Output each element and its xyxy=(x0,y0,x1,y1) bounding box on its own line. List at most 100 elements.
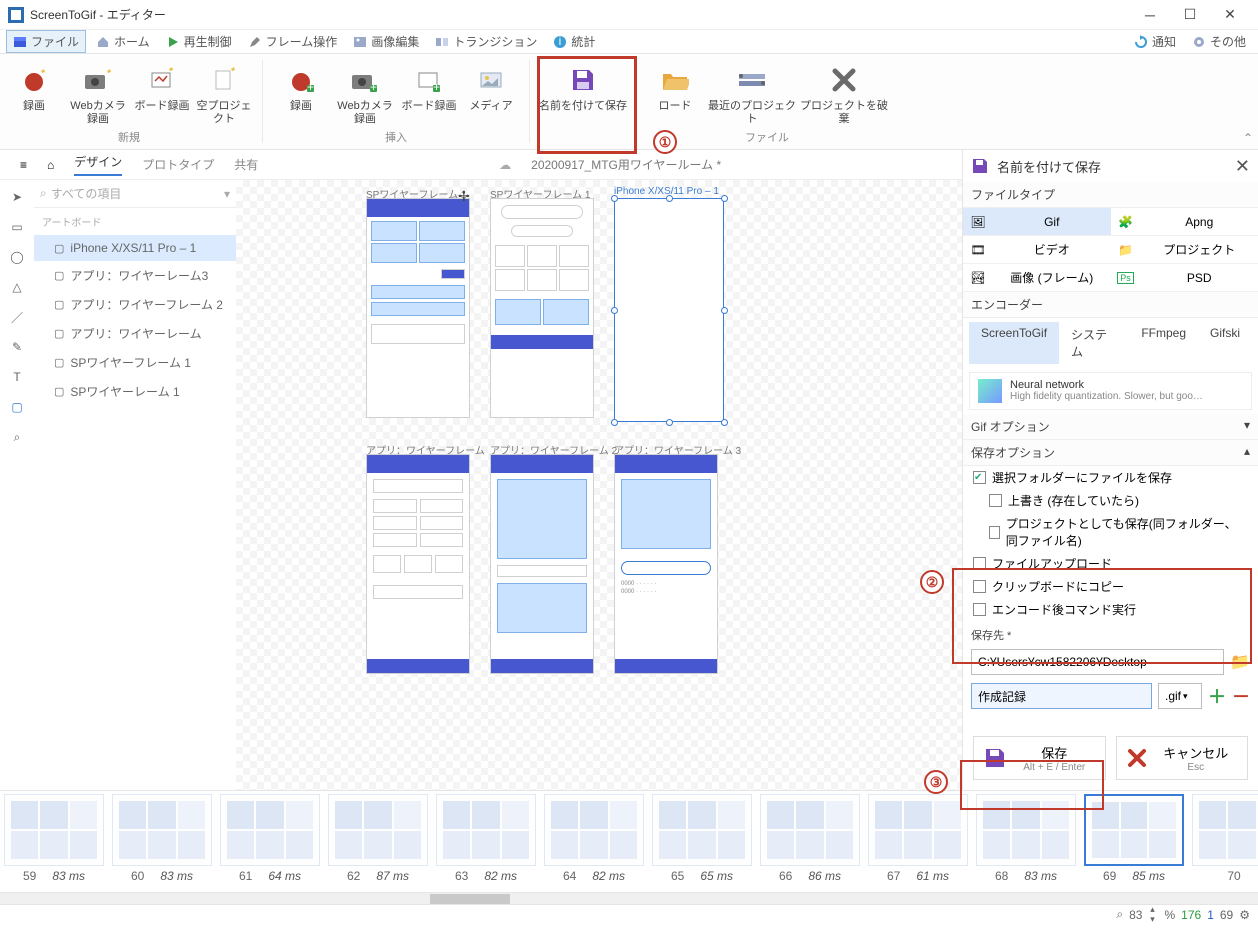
frame-thumb[interactable]: 6686 ms xyxy=(756,791,864,883)
filetype-psd[interactable]: PsPSD xyxy=(1111,264,1258,292)
ribbon-load[interactable]: ロード xyxy=(645,58,705,129)
frame-thumb[interactable]: 6382 ms xyxy=(432,791,540,883)
list-item[interactable]: ▢ SPワイヤーレーム 1 xyxy=(34,377,236,406)
chk-clipboard[interactable] xyxy=(973,580,986,593)
doc-tab-share[interactable]: 共有 xyxy=(234,156,258,173)
ribbon-save-as[interactable]: 名前を付けて保存 xyxy=(538,58,628,129)
frame-timeline[interactable]: 5983 ms 6083 ms 6164 ms 6287 ms 6382 ms … xyxy=(0,790,1258,892)
menu-home[interactable]: ホーム xyxy=(90,31,156,52)
frame-thumb[interactable]: 70 xyxy=(1188,791,1258,883)
save-button[interactable]: 保存Alt + E / Enter xyxy=(973,736,1106,780)
artboard-app2[interactable] xyxy=(490,454,594,674)
menu-file[interactable]: ファイル xyxy=(6,30,86,53)
list-item[interactable]: ▢ アプリ：ワイヤーレーム xyxy=(34,319,236,348)
filetype-video[interactable]: 🎞ビデオ xyxy=(963,236,1111,264)
save-panel-title: 名前を付けて保存 xyxy=(997,157,1227,176)
frame-thumb[interactable]: 6287 ms xyxy=(324,791,432,883)
frame-thumb[interactable]: 6482 ms xyxy=(540,791,648,883)
frame-thumb[interactable]: 5983 ms xyxy=(0,791,108,883)
ribbon-insert-record[interactable]: + 録画 xyxy=(271,58,331,129)
record-icon xyxy=(18,64,50,96)
ribbon-new-record[interactable]: 録画 xyxy=(4,58,64,129)
menu-notify[interactable]: 通知 xyxy=(1128,31,1182,52)
doc-menu-icon[interactable]: ≡ xyxy=(20,158,27,172)
encoder-stg[interactable]: ScreenToGif xyxy=(969,322,1059,364)
encoder-ffmpeg[interactable]: FFmpeg xyxy=(1129,322,1198,364)
chk-postcmd[interactable] xyxy=(973,603,986,616)
menu-playback[interactable]: 再生制御 xyxy=(160,31,238,52)
tool-select[interactable]: ➤ xyxy=(6,186,28,208)
menu-stats[interactable]: i統計 xyxy=(547,31,601,52)
saveopt-header[interactable]: 保存オプション▴ xyxy=(963,440,1258,466)
media-icon xyxy=(475,64,507,96)
filetype-images[interactable]: 🏞画像 (フレーム) xyxy=(963,264,1111,292)
filetype-gif[interactable]: 🖼Gif xyxy=(963,208,1111,236)
settings-icon[interactable]: ⚙ xyxy=(1239,908,1250,922)
doc-home-icon[interactable]: ⌂ xyxy=(47,158,54,172)
remove-preset-button[interactable]: － xyxy=(1232,683,1250,709)
doc-search[interactable]: ⌕すべての項目▾ xyxy=(34,180,236,208)
ribbon-recent[interactable]: 最近のプロジェクト xyxy=(707,58,797,129)
tool-ellipse[interactable]: ◯ xyxy=(6,246,28,268)
gifopt-header[interactable]: Gif オプション▾ xyxy=(963,414,1258,440)
ribbon-insert-media[interactable]: メディア xyxy=(461,58,521,129)
frame-thumb[interactable]: 6985 ms xyxy=(1080,791,1188,883)
cancel-button[interactable]: キャンセルEsc xyxy=(1116,736,1249,780)
browse-button[interactable]: 📁 xyxy=(1230,652,1250,672)
tool-line[interactable]: ／ xyxy=(6,306,28,328)
encoder-system[interactable]: システム xyxy=(1059,322,1129,364)
ribbon-collapse-icon[interactable]: ⌃ xyxy=(1238,54,1258,149)
tool-zoom[interactable]: ⌕ xyxy=(6,426,28,448)
close-button[interactable]: ✕ xyxy=(1210,6,1250,23)
frame-thumb[interactable]: 6883 ms xyxy=(972,791,1080,883)
doc-tab-proto[interactable]: プロトタイプ xyxy=(142,156,214,173)
frame-thumb[interactable]: 6164 ms xyxy=(216,791,324,883)
menu-image[interactable]: 画像編集 xyxy=(347,31,425,52)
artboard-app3[interactable]: 0000 · · · · · ·0000 · · · · · · xyxy=(614,454,718,674)
ribbon-new-board[interactable]: ボード録画 xyxy=(132,58,192,129)
save-panel-close[interactable]: ✕ xyxy=(1235,156,1250,177)
frame-thumb[interactable]: 6565 ms xyxy=(648,791,756,883)
tool-text[interactable]: T xyxy=(6,366,28,388)
menu-other[interactable]: その他 xyxy=(1186,31,1252,52)
ribbon-new-webcam[interactable]: Webカメラ録画 xyxy=(66,58,130,129)
artboard-sp1[interactable] xyxy=(366,198,470,418)
filetype-apng[interactable]: 🧩Apng xyxy=(1111,208,1258,236)
artboard-sp2[interactable] xyxy=(490,198,594,418)
chk-overwrite[interactable] xyxy=(989,494,1002,507)
chk-upload[interactable] xyxy=(973,557,986,570)
ribbon-discard[interactable]: プロジェクトを破棄 xyxy=(799,58,889,129)
filetype-project[interactable]: 📁プロジェクト xyxy=(1111,236,1258,264)
encoder-neural[interactable]: Neural networkHigh fidelity quantization… xyxy=(969,372,1252,410)
ribbon-insert-board[interactable]: + ボード録画 xyxy=(399,58,459,129)
zoom-icon[interactable]: ⌕ xyxy=(1116,907,1123,922)
filename-input[interactable] xyxy=(971,683,1152,709)
window-title: ScreenToGif - エディター xyxy=(30,6,1130,23)
list-item[interactable]: ▢ SPワイヤーフレーム 1 xyxy=(34,348,236,377)
frame-thumb[interactable]: 6083 ms xyxy=(108,791,216,883)
ribbon-new-blank[interactable]: 空プロジェクト xyxy=(194,58,254,129)
list-item[interactable]: ▢ iPhone X/XS/11 Pro – 1 xyxy=(34,235,236,261)
path-input[interactable] xyxy=(971,649,1224,675)
list-item[interactable]: ▢ アプリ：ワイヤーフレーム 2 xyxy=(34,290,236,319)
minimize-button[interactable]: ─ xyxy=(1130,7,1170,23)
tool-artboard[interactable]: ▢ xyxy=(6,396,28,418)
artboard-iphone[interactable] xyxy=(614,198,724,422)
encoder-gifski[interactable]: Gifski xyxy=(1198,322,1252,364)
timeline-scrollbar[interactable] xyxy=(0,892,1258,904)
tool-polygon[interactable]: △ xyxy=(6,276,28,298)
ribbon-insert-webcam[interactable]: + Webカメラ録画 xyxy=(333,58,397,129)
tool-pen[interactable]: ✎ xyxy=(6,336,28,358)
artboard-app1[interactable] xyxy=(366,454,470,674)
chk-save-to-folder[interactable] xyxy=(973,471,986,484)
maximize-button[interactable]: ☐ xyxy=(1170,6,1210,23)
add-preset-button[interactable]: ＋ xyxy=(1208,683,1226,709)
chk-save-project[interactable] xyxy=(989,526,1000,539)
menu-transition[interactable]: トランジション xyxy=(429,31,543,52)
tool-rect[interactable]: ▭ xyxy=(6,216,28,238)
ext-select[interactable]: .gif▾ xyxy=(1158,683,1202,709)
frame-thumb[interactable]: 6761 ms xyxy=(864,791,972,883)
menu-frame[interactable]: フレーム操作 xyxy=(242,31,344,52)
doc-tab-design[interactable]: デザイン xyxy=(74,153,122,176)
list-item[interactable]: ▢ アプリ：ワイヤーレーム3 xyxy=(34,261,236,290)
